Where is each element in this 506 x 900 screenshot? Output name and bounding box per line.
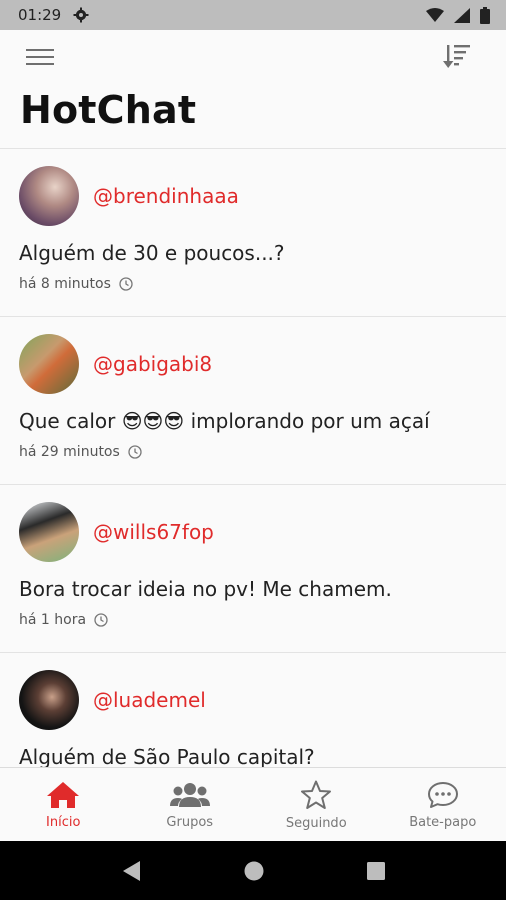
- status-bar: 01:29: [0, 0, 506, 30]
- nav-label: Início: [46, 814, 81, 830]
- post-message: Alguém de 30 e poucos...?: [19, 241, 285, 265]
- nav-item-inicio[interactable]: Início: [0, 768, 127, 842]
- clock-icon: [128, 445, 142, 459]
- post-message: Que calor 😎😎😎 implorando por um açaí: [19, 409, 430, 433]
- post-time: há 8 minutos: [19, 276, 133, 292]
- post-item[interactable]: @gabigabi8 Que calor 😎😎😎 implorando por …: [0, 317, 506, 485]
- menu-line: [26, 63, 54, 65]
- clock-icon: [94, 613, 108, 627]
- post-username[interactable]: @brendinhaaa: [93, 184, 239, 208]
- menu-line: [26, 49, 54, 51]
- groups-icon: [169, 782, 210, 807]
- post-item[interactable]: @luademel Alguém de São Paulo capital?: [0, 653, 506, 767]
- avatar[interactable]: [19, 502, 79, 562]
- nav-item-bate-papo[interactable]: Bate-papo: [380, 768, 506, 842]
- post-time-label: há 1 hora: [19, 612, 87, 628]
- star-icon: [301, 780, 332, 809]
- feed-list: @brendinhaaa Alguém de 30 e poucos...? h…: [0, 149, 506, 767]
- nav-label: Seguindo: [285, 815, 347, 831]
- post-message: Bora trocar ideia no pv! Me chamem.: [19, 577, 392, 601]
- system-navigation-bar: [0, 841, 506, 900]
- avatar[interactable]: [19, 334, 79, 394]
- post-time-label: há 8 minutos: [19, 276, 111, 292]
- app-bar: HotChat: [0, 30, 506, 149]
- nav-item-grupos[interactable]: Grupos: [127, 768, 254, 842]
- post-username[interactable]: @gabigabi8: [93, 352, 212, 376]
- wifi-icon: [426, 8, 444, 22]
- nav-item-seguindo[interactable]: Seguindo: [253, 768, 380, 842]
- home-button-icon[interactable]: [243, 860, 265, 882]
- avatar[interactable]: [19, 670, 79, 730]
- post-time-label: há 29 minutos: [19, 444, 120, 460]
- clock-icon: [119, 277, 133, 291]
- post-username[interactable]: @luademel: [93, 688, 206, 712]
- post-item[interactable]: @wills67fop Bora trocar ideia no pv! Me …: [0, 485, 506, 653]
- sort-icon[interactable]: [442, 42, 472, 72]
- home-icon: [47, 781, 80, 808]
- bottom-navigation: Início Grupos Seguindo Bate-papo: [0, 767, 506, 842]
- signal-icon: [454, 7, 470, 23]
- settings-icon: [73, 7, 89, 23]
- nav-label: Grupos: [166, 814, 214, 830]
- menu-icon[interactable]: [22, 44, 58, 72]
- nav-label: Bate-papo: [409, 814, 477, 830]
- avatar[interactable]: [19, 166, 79, 226]
- post-item[interactable]: @brendinhaaa Alguém de 30 e poucos...? h…: [0, 149, 506, 317]
- back-icon[interactable]: [120, 859, 142, 883]
- recents-icon[interactable]: [366, 861, 386, 881]
- menu-line: [26, 56, 54, 58]
- battery-icon: [480, 6, 490, 24]
- chat-icon: [427, 781, 458, 808]
- post-username[interactable]: @wills67fop: [93, 520, 214, 544]
- post-message: Alguém de São Paulo capital?: [19, 745, 315, 767]
- post-time: há 29 minutos: [19, 444, 142, 460]
- post-time: há 1 hora: [19, 612, 108, 628]
- page-title: HotChat: [20, 88, 197, 132]
- status-time: 01:29: [18, 6, 62, 24]
